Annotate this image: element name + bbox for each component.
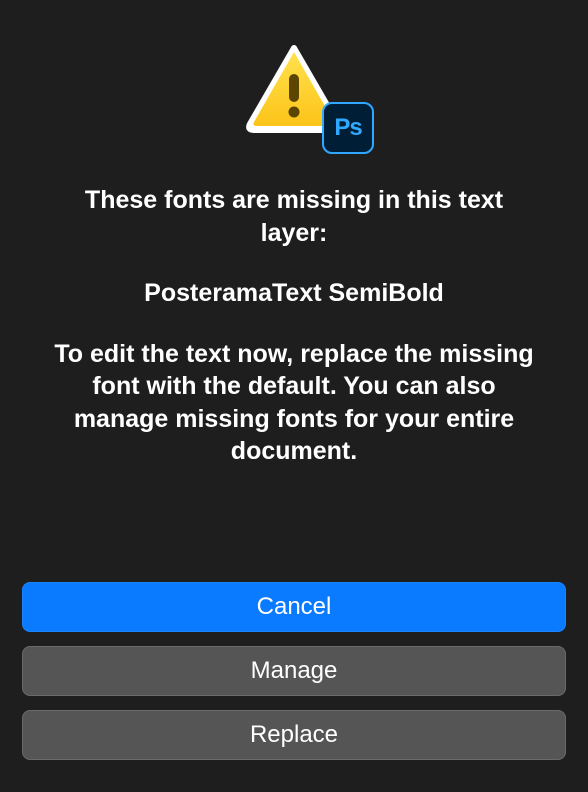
dialog-instruction: To edit the text now, replace the missin… xyxy=(50,338,538,468)
missing-font-name: PosteramaText SemiBold xyxy=(50,277,538,310)
manage-button[interactable]: Manage xyxy=(22,646,566,696)
replace-button[interactable]: Replace xyxy=(22,710,566,760)
dialog-message: These fonts are missing in this text lay… xyxy=(20,174,568,582)
dialog-icon-group: Ps xyxy=(244,44,344,144)
ps-badge-label: Ps xyxy=(334,114,361,142)
button-row: Cancel Manage Replace xyxy=(20,582,568,768)
cancel-button[interactable]: Cancel xyxy=(22,582,566,632)
photoshop-badge-icon: Ps xyxy=(322,102,374,154)
dialog-heading: These fonts are missing in this text lay… xyxy=(50,184,538,249)
